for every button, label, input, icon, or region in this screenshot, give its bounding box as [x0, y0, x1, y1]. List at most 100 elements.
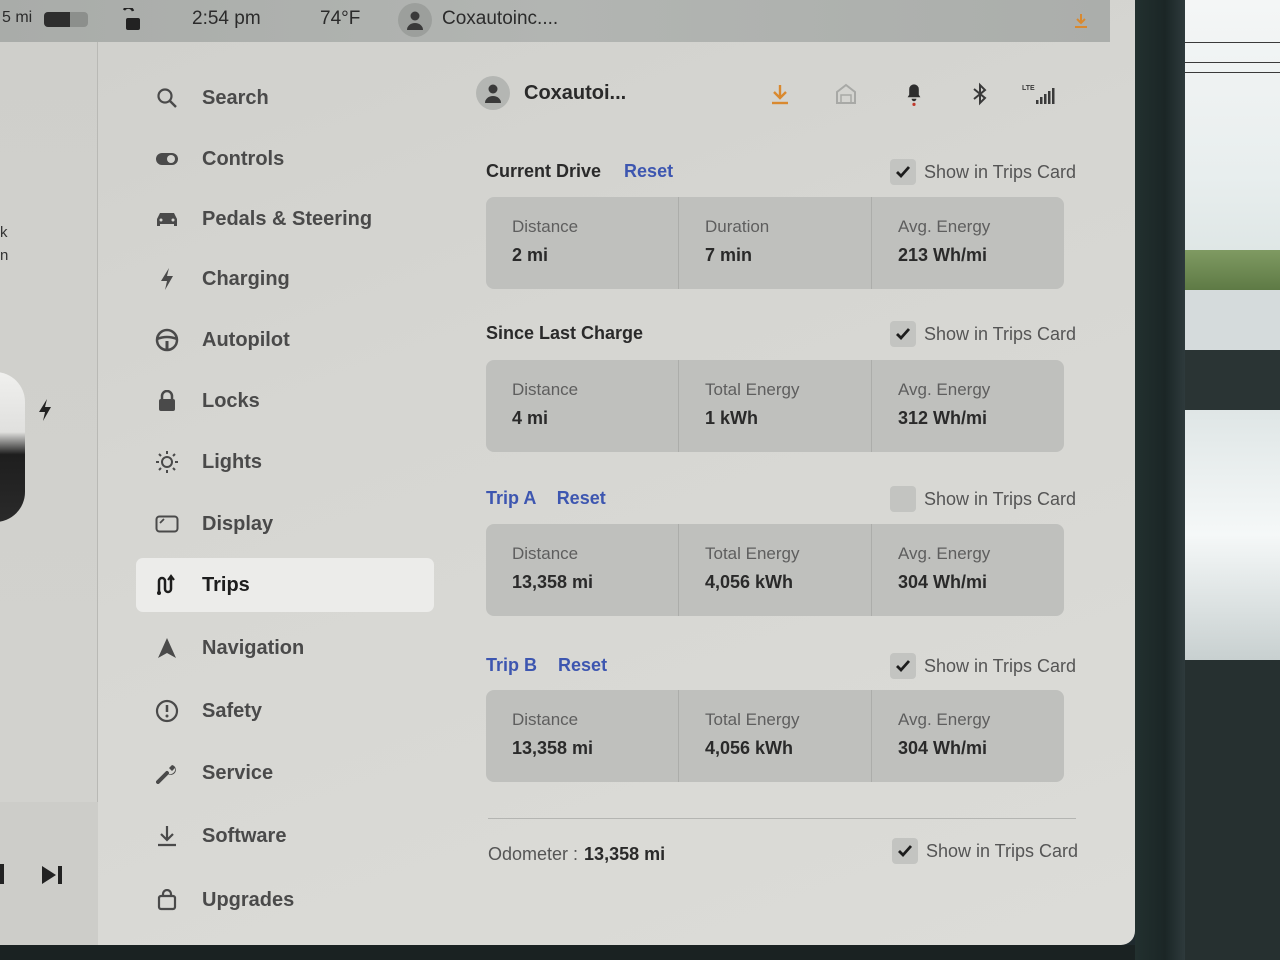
charge-port-bolt-icon[interactable] [36, 398, 54, 422]
stat-label: Total Energy [705, 380, 800, 399]
sidebar-item-locks[interactable]: Locks [136, 374, 434, 428]
current-drive-stats-card: Distance 2 mi Duration 7 min Avg. Energy… [486, 197, 1064, 289]
next-track-icon[interactable] [40, 864, 66, 886]
trip-a-reset-button[interactable]: Reset [557, 488, 606, 508]
checkbox-label: Show in Trips Card [925, 840, 1078, 861]
stat-value: 304 Wh/mi [898, 738, 988, 758]
car-render [0, 372, 25, 522]
trips-route-icon [157, 574, 175, 595]
current-drive-header: Current Drive Reset Show in Trips Card [486, 159, 1076, 187]
stat-avg-energy: Avg. Energy 213 Wh/mi [872, 197, 1064, 289]
stat-value: 7 min [705, 245, 753, 265]
touchscreen: 5 mi 2:54 pm 74°F Coxautoinc.... k n Sea… [0, 0, 1135, 945]
sidebar-item-autopilot[interactable]: Autopilot [136, 313, 434, 367]
previous-track-icon[interactable] [0, 864, 4, 884]
light-bulb-icon [156, 451, 178, 473]
display-icon [155, 515, 179, 533]
lock-icon [159, 390, 175, 411]
current-drive-reset-button[interactable]: Reset [624, 161, 673, 181]
stat-label: Distance [512, 710, 579, 729]
steering-wheel-icon [155, 328, 179, 352]
profile-avatar[interactable] [476, 76, 510, 110]
svg-text:LTE: LTE [1022, 85, 1035, 92]
odometer-toggle-row: Show in Trips Card [488, 838, 1078, 866]
search-icon [157, 88, 177, 108]
driver-profile-avatar[interactable] [398, 3, 432, 37]
sidebar-item-lights[interactable]: Lights [136, 435, 434, 489]
stat-value: 4,056 kWh [705, 572, 794, 592]
checkbox[interactable] [891, 838, 918, 864]
stat-value: 4 mi [512, 408, 549, 428]
lte-signal-icon: LTE [1022, 85, 1055, 104]
outside-temperature: 74°F [320, 8, 361, 29]
person-icon [485, 84, 501, 103]
trip-a-show-in-trips-card-checkbox[interactable]: Show in Trips Card [889, 486, 1076, 512]
stat-distance: Distance 13,358 mi [486, 690, 679, 782]
stat-label: Avg. Energy [898, 710, 991, 729]
checkbox[interactable] [889, 653, 916, 679]
battery-fill [44, 12, 71, 27]
panel-header: Coxautoi... LTE [476, 76, 1076, 114]
since-last-charge-show-in-trips-card-checkbox[interactable]: Show in Trips Card [889, 321, 1076, 347]
unlock-icon[interactable] [118, 8, 142, 32]
checkmark-icon [897, 845, 912, 858]
section-title: Trip A [486, 488, 536, 508]
profile-name[interactable]: Coxautoi... [524, 82, 626, 105]
stat-distance: Distance 13,358 mi [486, 524, 679, 616]
stat-total-energy: Total Energy 1 kWh [679, 360, 872, 452]
current-drive-show-in-trips-card-checkbox[interactable]: Show in Trips Card [889, 159, 1076, 185]
sidebar-item-label: Lights [202, 450, 262, 473]
homelink-icon[interactable] [834, 82, 858, 106]
sidebar-item-label: Charging [202, 267, 290, 290]
sidebar-item-controls[interactable]: Controls [136, 132, 434, 186]
clock: 2:54 pm [192, 8, 261, 29]
stat-value: 13,358 mi [512, 738, 594, 758]
alert-circle-icon [155, 699, 179, 723]
download-icon[interactable] [768, 82, 792, 106]
stat-label: Total Energy [705, 544, 800, 563]
sidebar-item-label: Locks [202, 389, 260, 412]
sidebar-item-pedals-steering[interactable]: Pedals & Steering [136, 192, 434, 246]
sidebar-item-navigation[interactable]: Navigation [136, 621, 434, 675]
bell-icon[interactable] [902, 82, 926, 106]
checkbox[interactable] [889, 159, 916, 185]
trip-b-stats-card: Distance 13,358 mi Total Energy 4,056 kW… [486, 690, 1064, 782]
sidebar-item-label: Upgrades [202, 888, 295, 911]
sidebar-item-label: Search [202, 86, 269, 109]
stat-avg-energy: Avg. Energy 304 Wh/mi [872, 690, 1064, 782]
section-title: Current Drive [486, 161, 602, 181]
stat-distance: Distance 4 mi [486, 360, 679, 452]
sidebar-item-trips[interactable]: Trips [136, 558, 434, 612]
range-readout: 5 mi [2, 9, 33, 26]
stat-value: 13,358 mi [512, 572, 594, 592]
stat-label: Distance [512, 380, 579, 399]
stat-label: Distance [512, 544, 579, 563]
sidebar-item-safety[interactable]: Safety [136, 684, 434, 738]
sidebar-item-label: Autopilot [202, 328, 290, 351]
checkmark-icon [895, 166, 910, 179]
sidebar-item-display[interactable]: Display [136, 497, 434, 551]
checkbox-label: Show in Trips Card [923, 161, 1076, 182]
sidebar-item-label: Service [202, 761, 274, 784]
checkbox[interactable] [889, 486, 916, 512]
stat-avg-energy: Avg. Energy 312 Wh/mi [872, 360, 1064, 452]
stat-label: Total Energy [705, 710, 800, 729]
driver-profile-name[interactable]: Coxautoinc.... [442, 8, 558, 30]
sidebar-item-upgrades[interactable]: Upgrades [136, 873, 434, 927]
sidebar-item-software[interactable]: Software [136, 809, 434, 863]
trip-b-show-in-trips-card-checkbox[interactable]: Show in Trips Card [889, 653, 1076, 679]
odometer-show-in-trips-card-checkbox[interactable]: Show in Trips Card [891, 838, 1078, 864]
sidebar-item-charging[interactable]: Charging [136, 252, 434, 306]
stat-value: 4,056 kWh [705, 738, 794, 758]
since-last-charge-stats-card: Distance 4 mi Total Energy 1 kWh Avg. En… [486, 360, 1064, 452]
sidebar-item-label: Display [202, 512, 274, 535]
checkbox[interactable] [889, 321, 916, 347]
trip-b-reset-button[interactable]: Reset [558, 655, 607, 675]
sidebar-item-service[interactable]: Service [136, 746, 434, 800]
stat-value: 304 Wh/mi [898, 572, 988, 592]
battery-indicator [44, 12, 88, 27]
trip-a-header: Trip A Reset Show in Trips Card [486, 486, 1076, 514]
software-update-icon[interactable] [1072, 12, 1090, 30]
sidebar-item-search[interactable]: Search [136, 71, 434, 125]
bluetooth-icon[interactable] [968, 82, 992, 106]
